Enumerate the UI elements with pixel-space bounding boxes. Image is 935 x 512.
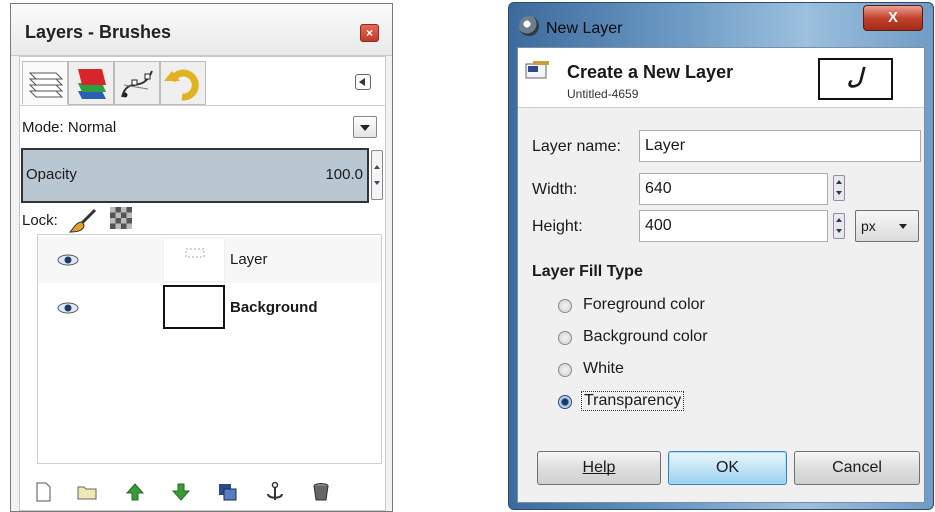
preview-glyph: ل: [847, 64, 863, 90]
transparent-selection-icon: [185, 248, 205, 258]
opacity-label: Opacity: [26, 166, 77, 183]
radio-button[interactable]: [558, 299, 572, 313]
panel-title: Layers - Brushes: [25, 22, 172, 42]
mode-row: Mode: Normal: [20, 113, 385, 141]
eye-icon[interactable]: [57, 302, 79, 314]
cancel-button[interactable]: Cancel: [794, 451, 920, 485]
panel-titlebar[interactable]: Layers - Brushes ×: [11, 4, 392, 56]
channels-icon: [78, 69, 106, 99]
layer-preview: ل: [818, 58, 893, 100]
width-input[interactable]: 640: [639, 173, 828, 205]
new-layer-group-icon[interactable]: [76, 481, 98, 503]
radio-button[interactable]: [558, 331, 572, 345]
new-layer-icon[interactable]: [32, 481, 54, 503]
image-name: Untitled-4659: [567, 87, 639, 101]
undo-icon: [164, 69, 199, 101]
spin-down-icon[interactable]: [374, 181, 380, 185]
help-button-label: Help: [582, 459, 616, 476]
mode-label: Mode: Normal: [22, 119, 117, 136]
radio-button[interactable]: [558, 363, 572, 377]
tab-menu-icon[interactable]: [355, 74, 371, 90]
radio-label: Transparency: [581, 391, 685, 411]
tab-layers[interactable]: [22, 61, 68, 105]
lock-label: Lock:: [22, 212, 58, 229]
tab-paths[interactable]: [114, 61, 160, 105]
close-icon[interactable]: ×: [360, 24, 379, 42]
width-label: Width:: [532, 181, 578, 198]
layers-icon: [28, 72, 64, 98]
lock-pixels-brush-icon[interactable]: [68, 208, 98, 234]
anchor-icon[interactable]: [264, 481, 286, 503]
dialog-heading: Create a New Layer: [567, 62, 734, 82]
layer-row[interactable]: Background: [38, 285, 381, 331]
help-button[interactable]: Help: [537, 451, 661, 485]
gimp-app-icon: [519, 16, 539, 36]
radio-button-selected[interactable]: [558, 395, 572, 409]
lower-layer-icon[interactable]: [170, 481, 192, 503]
dialog-content: Create a New Layer Untitled-4659 ل Layer…: [517, 47, 925, 503]
tab-undo-history[interactable]: [160, 61, 206, 105]
raise-layer-icon[interactable]: [124, 481, 146, 503]
layer-toolbar: [20, 477, 385, 509]
layer-list: Layer Background: [37, 234, 382, 464]
tab-channels[interactable]: [68, 61, 114, 105]
opacity-slider[interactable]: Opacity 100.0: [21, 148, 369, 203]
height-spinner[interactable]: [833, 213, 845, 239]
layer-thumbnail: [163, 238, 225, 282]
panel-body: Mode: Normal Opacity 100.0 Lock: Layer B…: [19, 56, 386, 511]
dialog-titlebar[interactable]: New Layer X: [509, 3, 933, 47]
cancel-button-label: Cancel: [832, 459, 882, 476]
new-layer-dialog: New Layer X Create a New Layer Untitled-…: [508, 2, 934, 510]
layer-name[interactable]: Background: [230, 299, 318, 316]
lock-alpha-checker-icon[interactable]: [110, 207, 132, 229]
paths-icon: [121, 70, 153, 98]
layer-row[interactable]: Layer: [38, 237, 381, 283]
lock-row: Lock:: [20, 207, 385, 235]
height-input[interactable]: 400: [639, 210, 828, 242]
ok-button[interactable]: OK: [668, 451, 787, 485]
fill-type-heading: Layer Fill Type: [532, 263, 643, 280]
ok-button-label: OK: [715, 459, 740, 476]
divider: [20, 105, 385, 106]
layer-name[interactable]: Layer: [230, 251, 268, 268]
dialog-header: Create a New Layer Untitled-4659 ل: [518, 48, 924, 108]
mode-dropdown-button[interactable]: [353, 116, 377, 138]
radio-label: Foreground color: [583, 296, 705, 313]
duplicate-layer-icon[interactable]: [216, 481, 238, 503]
width-spinner[interactable]: [833, 175, 845, 201]
dialog-window-title: New Layer: [546, 20, 623, 37]
layer-name-label: Layer name:: [532, 138, 621, 155]
radio-label: White: [583, 360, 624, 377]
layer-name-input[interactable]: Layer: [639, 130, 921, 162]
spin-up-icon[interactable]: [374, 165, 380, 169]
opacity-spinner[interactable]: [371, 150, 383, 200]
radio-label: Background color: [583, 328, 708, 345]
layer-thumbnail: [163, 285, 225, 329]
height-label: Height:: [532, 218, 583, 235]
layers-brushes-panel: Layers - Brushes × Mode: Normal Opacity …: [10, 3, 393, 512]
new-layer-icon: [525, 61, 549, 79]
eye-icon[interactable]: [57, 254, 79, 266]
delete-layer-icon[interactable]: [310, 481, 332, 503]
opacity-value: 100.0: [325, 166, 363, 183]
close-button[interactable]: X: [863, 5, 923, 31]
unit-select[interactable]: px: [855, 210, 919, 242]
